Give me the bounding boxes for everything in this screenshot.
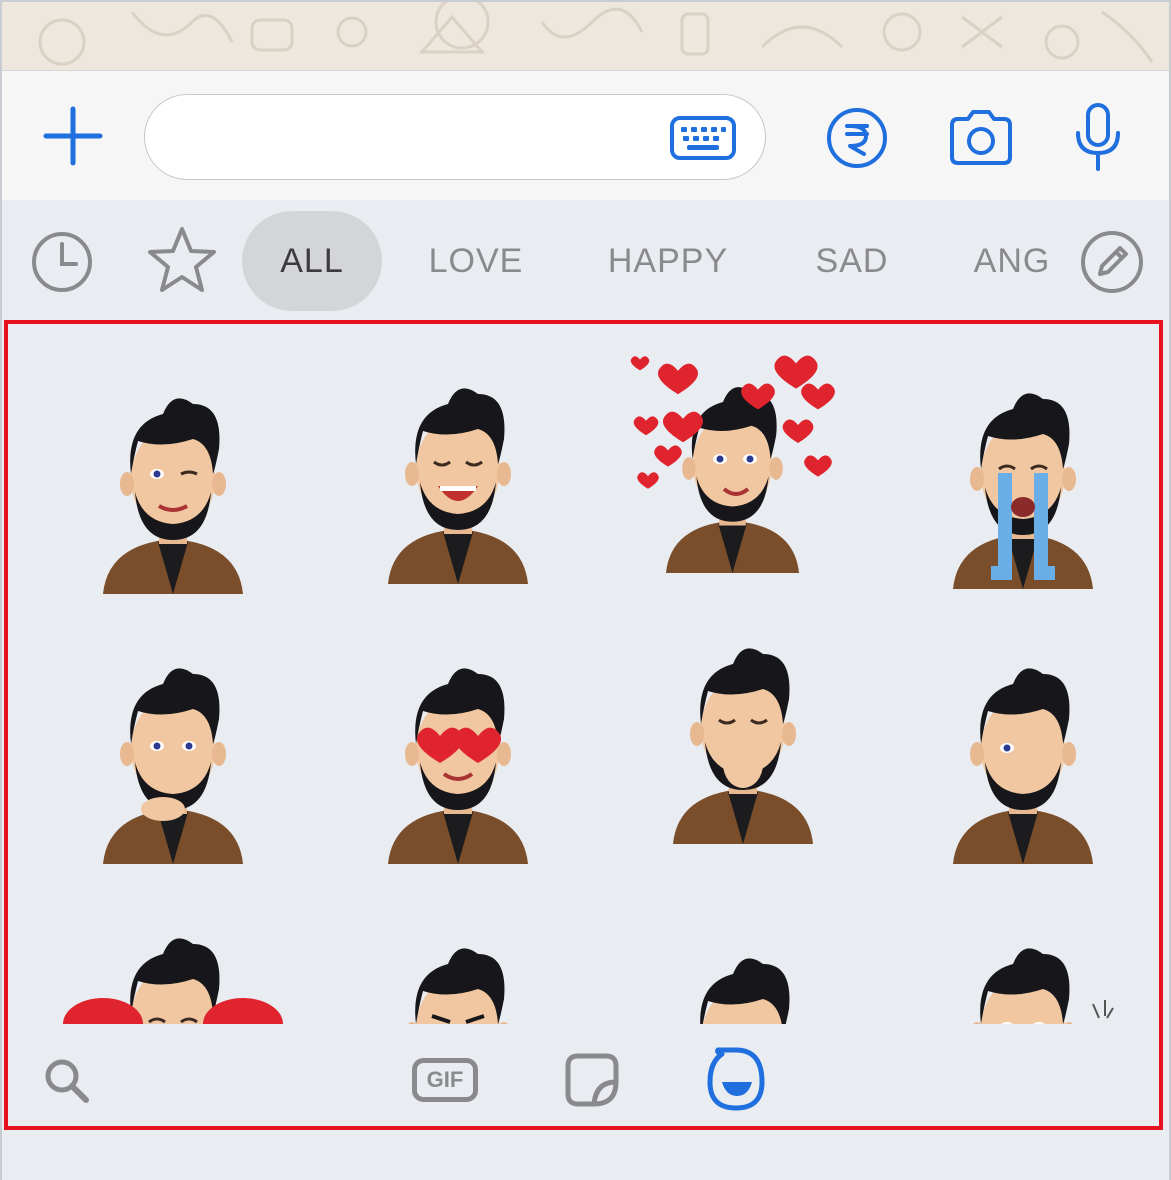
sticker-crying[interactable] [913, 369, 1133, 589]
category-all-tab[interactable]: ALL [242, 211, 382, 311]
search-icon[interactable] [42, 1056, 90, 1104]
star-icon[interactable] [146, 224, 218, 296]
sticker-facepalm[interactable] [913, 644, 1133, 864]
sticker-tray-tabs: GIF [8, 1024, 1159, 1126]
category-sad-tab[interactable]: SAD [792, 211, 912, 311]
message-field[interactable] [144, 94, 766, 180]
chat-wallpaper [2, 2, 1169, 70]
keyboard-icon[interactable] [669, 115, 737, 161]
sticker-giggling[interactable] [633, 624, 853, 844]
sticker-wink[interactable] [63, 374, 283, 594]
keyboard-footer [2, 1130, 1169, 1180]
sticker-category-bar: ALL LOVE HAPPY SAD ANG [2, 200, 1169, 318]
message-text-input[interactable] [169, 115, 653, 159]
microphone-icon[interactable] [1070, 101, 1126, 173]
sticker-panel: GIF [4, 320, 1163, 1130]
clock-icon[interactable] [30, 230, 94, 294]
sticker-sad-tear-hearts[interactable] [63, 914, 283, 1024]
plus-icon[interactable] [42, 105, 104, 167]
sticker-laughing[interactable] [348, 364, 568, 584]
sticker-hearts-around[interactable] [628, 354, 848, 574]
gif-label: GIF [426, 1067, 464, 1092]
sticker-heart-eyes[interactable] [348, 644, 568, 864]
camera-icon[interactable] [946, 109, 1016, 167]
sticker-angry[interactable] [348, 924, 568, 1024]
sticker-smiling[interactable] [633, 934, 853, 1024]
sticker-thinking[interactable] [63, 644, 283, 864]
rupee-icon[interactable] [826, 107, 888, 169]
gif-tab[interactable]: GIF [412, 1058, 478, 1102]
message-input-bar [2, 70, 1169, 201]
category-happy-tab[interactable]: HAPPY [586, 211, 750, 311]
category-angry-tab[interactable]: ANG [957, 211, 1067, 311]
category-love-tab[interactable]: LOVE [402, 211, 550, 311]
pencil-icon[interactable] [1080, 230, 1144, 294]
sticker-icon[interactable] [564, 1052, 620, 1108]
avatar-icon[interactable] [706, 1044, 768, 1112]
sticker-grid [8, 324, 1159, 1024]
sticker-surprised[interactable] [913, 924, 1133, 1024]
